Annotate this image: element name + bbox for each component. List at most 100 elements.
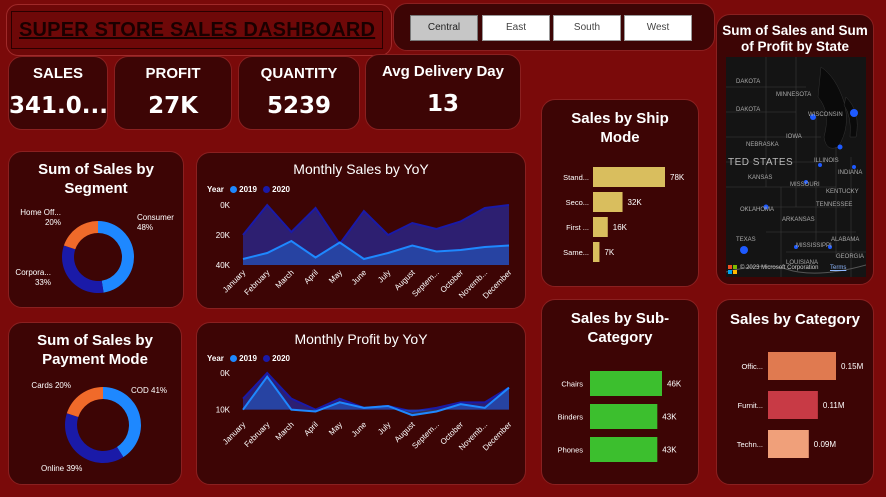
bar-category-label: Techn... xyxy=(737,440,763,449)
bar-category-label: Offic... xyxy=(741,362,763,371)
x-tick-label: April xyxy=(302,268,320,286)
region-slicer: Central East South West xyxy=(393,3,715,51)
category-card: Sales by Category Offic... 0.15M Furnit...… xyxy=(716,299,874,485)
kpi-sales-value: 341.0... xyxy=(9,93,108,119)
bar-category-label: Furnit... xyxy=(738,401,763,410)
bar xyxy=(593,167,665,187)
map-place-label: ALABAMA xyxy=(831,237,860,243)
x-tick-label: February xyxy=(243,420,272,449)
map-place-label: DAKOTA xyxy=(736,107,761,113)
kpi-quantity-card: QUANTITY 5239 xyxy=(238,56,360,130)
kpi-sales-label: SALES xyxy=(32,65,83,82)
map-place-label: ILLINOIS xyxy=(814,158,839,164)
bar xyxy=(768,352,836,380)
bar xyxy=(590,371,662,396)
bar-value-label: 43K xyxy=(662,413,677,422)
ship-mode-card: Sales by Ship Mode Stand... 78K Seco... 32K… xyxy=(541,99,699,287)
map-place-label: TENNESSEE xyxy=(816,202,853,208)
x-tick-label: May xyxy=(327,268,344,285)
bar-category-label: Binders xyxy=(558,413,584,422)
x-tick-label: June xyxy=(350,268,369,287)
map-place-label: GEORGIA xyxy=(836,254,865,260)
bar-category-label: Phones xyxy=(558,446,584,455)
slicer-west-button[interactable]: West xyxy=(624,15,692,41)
donut-slice-label: Online 39% xyxy=(41,464,82,473)
bar-value-label: 32K xyxy=(628,198,643,207)
slicer-east-button[interactable]: East xyxy=(482,15,550,41)
map-place-label: MISSISSIPPI xyxy=(796,243,832,249)
donut-slice-label: COD 41% xyxy=(131,386,167,395)
bar xyxy=(593,242,600,262)
bar-category-label: Same... xyxy=(563,248,589,257)
payment-donut-card: Sum of Sales by Payment Mode COD 41% Onli… xyxy=(8,322,182,485)
x-tick-label: March xyxy=(274,268,296,290)
map-place-label: KANSAS xyxy=(748,175,773,181)
map-place-label: MISSOURI xyxy=(790,182,820,188)
map-copyright: © 2023 Microsoft Corporation xyxy=(740,265,819,271)
bar xyxy=(590,404,658,429)
bar-category-label: Chairs xyxy=(561,380,583,389)
bar-category-label: Seco... xyxy=(566,198,589,207)
map-canvas[interactable]: TED STATES DAKOTA DAKOTA MINNESOTA WISCO… xyxy=(726,57,866,277)
bar-value-label: 0.09M xyxy=(814,440,837,449)
bar xyxy=(593,217,608,237)
page-title: SUPER STORE SALES DASHBOARD xyxy=(19,19,376,41)
map-place-label: DAKOTA xyxy=(736,79,761,85)
map-place-label: INDIANA xyxy=(838,170,863,176)
category-bar-chart: Offic... 0.15M Furnit... 0.11M Techn... 0.09M xyxy=(737,352,864,458)
microsoft-logo-icon xyxy=(728,265,738,274)
y-tick-label: 0K xyxy=(220,201,230,210)
x-tick-label: April xyxy=(302,420,320,438)
kpi-profit-value: 27K xyxy=(148,93,198,119)
x-tick-label: February xyxy=(243,268,272,297)
bar xyxy=(768,391,818,419)
x-tick-label: July xyxy=(376,268,392,284)
kpi-delivery-label: Avg Delivery Day xyxy=(381,63,504,80)
kpi-profit-label: PROFIT xyxy=(145,65,201,82)
y-tick-label: 40K xyxy=(216,261,231,270)
donut-slice xyxy=(98,221,134,293)
sub-category-bar-chart: Chairs 46K Binders 43K Phones 43K xyxy=(558,371,682,462)
bar-value-label: 46K xyxy=(667,380,682,389)
map-place-label: NEBRASKA xyxy=(746,142,779,148)
donut-slice-label: Home Off... 20% xyxy=(20,208,61,227)
bar-category-label: First ... xyxy=(566,223,589,232)
bar-value-label: 78K xyxy=(670,173,685,182)
donut-slice xyxy=(103,387,141,458)
segment-donut-card: Sum of Sales by Segment Consumer 48% Corpo… xyxy=(8,151,184,308)
donut-slice xyxy=(62,245,104,293)
x-tick-label: July xyxy=(376,420,392,436)
segment-donut-chart: Consumer 48% Corpora... 33% Home Off... 20% xyxy=(15,208,174,293)
bar-value-label: 43K xyxy=(662,446,677,455)
x-tick-label: June xyxy=(350,420,369,439)
map-title: Sum of Sales and Sum of Profit by State xyxy=(722,23,868,54)
bar-value-label: 0.15M xyxy=(841,362,864,371)
map-country-label: TED STATES xyxy=(728,157,794,168)
map-place-label: OKLAHOMA xyxy=(740,207,775,213)
donut-slice xyxy=(65,413,124,463)
map-place-label: IOWA xyxy=(786,134,802,140)
map-place-label: TEXAS xyxy=(736,237,756,243)
kpi-profit-card: PROFIT 27K xyxy=(114,56,232,130)
y-tick-label: 20K xyxy=(216,231,231,240)
slicer-south-button[interactable]: South xyxy=(553,15,621,41)
monthly-sales-area-chart: 0K20K40KJanuaryFebruary March April May June… xyxy=(216,201,514,301)
kpi-quantity-value: 5239 xyxy=(266,93,331,119)
ship-mode-bar-chart: Stand... 78K Seco... 32K First ... 16K Same...… xyxy=(563,167,685,262)
map-place-label: ARKANSAS xyxy=(782,217,815,223)
bar-value-label: 0.11M xyxy=(823,401,845,410)
bar-category-label: Stand... xyxy=(563,173,589,182)
map-terms-link[interactable]: Terms xyxy=(830,265,846,271)
map-place-label: MINNESOTA xyxy=(776,92,812,98)
kpi-delivery-value: 13 xyxy=(426,91,459,117)
bar-value-label: 7K xyxy=(604,248,614,257)
payment-donut-chart: COD 41% Online 39% Cards 20% xyxy=(31,381,167,473)
slicer-central-button[interactable]: Central xyxy=(410,15,478,41)
map-place-label: KENTUCKY xyxy=(826,189,859,195)
donut-slice-label: Cards 20% xyxy=(31,381,71,390)
x-tick-label: March xyxy=(274,420,296,442)
donut-slice-label: Corpora... 33% xyxy=(15,268,51,287)
y-tick-label: 10K xyxy=(216,406,231,415)
monthly-sales-card: Monthly Sales by YoY Year 2019 2020 0K 20… xyxy=(196,152,526,309)
y-tick-label: 0K xyxy=(220,369,230,378)
